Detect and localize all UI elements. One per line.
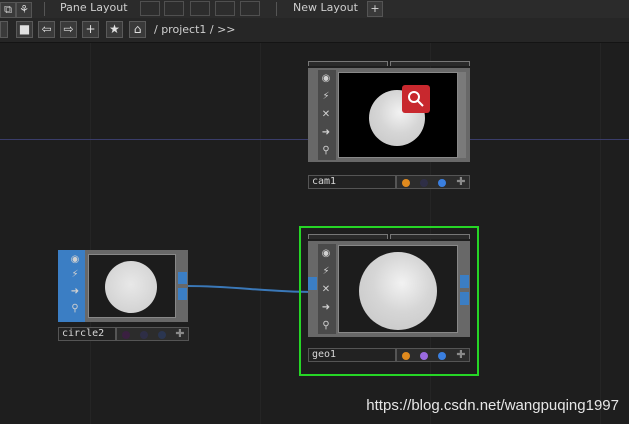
home-icon[interactable]: ⌂ xyxy=(129,21,146,38)
node-side-toolbar: ◉ ⚡ ➜ ⚲ xyxy=(58,250,85,322)
arrow-right-icon[interactable]: ➜ xyxy=(318,125,334,141)
input-connector[interactable] xyxy=(308,277,317,290)
node-name-label[interactable]: geo1 xyxy=(308,348,396,362)
arrow-right-icon[interactable]: ➜ xyxy=(67,284,83,300)
output-connector[interactable] xyxy=(178,288,187,300)
flag-dot[interactable] xyxy=(420,179,428,187)
watermark: https://blog.csdn.net/wangpuqing1997 xyxy=(366,397,619,414)
node-tab xyxy=(308,234,388,239)
node-add-flag-icon[interactable]: ✚ xyxy=(455,349,467,361)
bypass-icon[interactable]: ⚡ xyxy=(318,264,334,280)
output-connector[interactable] xyxy=(178,272,187,284)
output-connector[interactable] xyxy=(460,275,469,288)
node-right-edge xyxy=(458,72,466,158)
grid-line xyxy=(600,43,601,424)
node-circle2[interactable]: ◉ ⚡ ➜ ⚲ circle2 ✚ xyxy=(58,250,190,342)
bypass-icon[interactable]: ⚡ xyxy=(67,267,83,283)
output-connector[interactable] xyxy=(460,292,469,305)
circle-preview xyxy=(105,261,157,313)
pane-toolbar: ⧉ ⚘ Pane Layout New Layout + xyxy=(0,0,629,19)
star-icon[interactable]: ★ xyxy=(106,21,123,38)
node-tab xyxy=(390,234,470,239)
network-icon[interactable]: ⚘ xyxy=(16,2,32,18)
add-layout-button[interactable]: + xyxy=(367,1,383,17)
flag-dot[interactable] xyxy=(140,331,148,339)
layout-quad-button[interactable] xyxy=(240,1,260,16)
viewer-icon[interactable]: ◉ xyxy=(318,246,334,262)
new-layout-button[interactable]: New Layout xyxy=(293,1,358,14)
flag-dot[interactable] xyxy=(438,352,446,360)
flag-dot[interactable] xyxy=(122,331,130,339)
node-name-label[interactable]: circle2 xyxy=(58,327,116,341)
viewer-icon[interactable]: ◉ xyxy=(67,252,83,268)
layout-split-horizontal-button[interactable] xyxy=(190,1,210,16)
pane-layout-label: Pane Layout xyxy=(60,1,128,14)
node-side-toolbar: ◉ ⚡ ✕ ➜ ⚲ xyxy=(318,244,336,334)
node-flags: ✚ xyxy=(396,175,470,189)
separator xyxy=(44,2,45,16)
node-viewer xyxy=(338,245,458,333)
flag-dot[interactable] xyxy=(158,331,166,339)
separator xyxy=(276,2,277,16)
breadcrumb[interactable]: / project1 / >> xyxy=(154,23,236,36)
add-operator-button[interactable]: + xyxy=(82,21,99,38)
lock-icon[interactable]: ⚲ xyxy=(318,143,334,159)
node-side-toolbar: ◉ ⚡ ✕ ➜ ⚲ xyxy=(318,70,336,160)
menu-edge-button[interactable] xyxy=(0,21,8,38)
node-viewer xyxy=(338,72,458,158)
layout-split-vertical-button[interactable] xyxy=(164,1,184,16)
layout-single-button[interactable] xyxy=(140,1,160,16)
network-canvas[interactable]: ◉ ⚡ ✕ ➜ ⚲ cam1 ✚ ◉ ⚡ ➜ ⚲ circle2 ✚ ◉ ⚡ ✕… xyxy=(0,43,629,424)
grid-line xyxy=(260,43,261,424)
viewer-icon[interactable]: ◉ xyxy=(318,71,334,87)
flag-dot[interactable] xyxy=(402,179,410,187)
magnifier-icon[interactable] xyxy=(402,85,430,113)
node-cam1[interactable]: ◉ ⚡ ✕ ➜ ⚲ cam1 ✚ xyxy=(308,60,470,190)
lock-icon[interactable]: ⚲ xyxy=(318,318,334,334)
node-name-label[interactable]: cam1 xyxy=(308,175,396,189)
close-icon[interactable]: ✕ xyxy=(318,282,334,298)
arrow-right-icon[interactable]: ➜ xyxy=(318,300,334,316)
node-geo1-selected[interactable]: ◉ ⚡ ✕ ➜ ⚲ geo1 ✚ xyxy=(299,226,479,376)
window-icon[interactable]: ⧉ xyxy=(0,2,16,18)
node-flags: ✚ xyxy=(116,327,189,341)
flag-dot[interactable] xyxy=(438,179,446,187)
flag-dot[interactable] xyxy=(402,352,410,360)
node-flags: ✚ xyxy=(396,348,470,362)
back-arrow-icon[interactable]: ⇦ xyxy=(38,21,55,38)
node-tab xyxy=(390,61,470,66)
node-viewer xyxy=(88,254,176,318)
forward-arrow-icon[interactable]: ⇨ xyxy=(60,21,77,38)
layout-three-button[interactable] xyxy=(215,1,235,16)
sphere-preview xyxy=(359,252,437,330)
node-add-flag-icon[interactable]: ✚ xyxy=(174,328,186,340)
stop-button[interactable]: ■ xyxy=(16,21,33,38)
flag-dot[interactable] xyxy=(420,352,428,360)
node-tab xyxy=(308,61,388,66)
lock-icon[interactable]: ⚲ xyxy=(67,301,83,317)
grid-line xyxy=(90,43,91,424)
bypass-icon[interactable]: ⚡ xyxy=(318,89,334,105)
node-add-flag-icon[interactable]: ✚ xyxy=(455,176,467,188)
connection-wire[interactable] xyxy=(185,278,315,298)
close-icon[interactable]: ✕ xyxy=(318,107,334,123)
